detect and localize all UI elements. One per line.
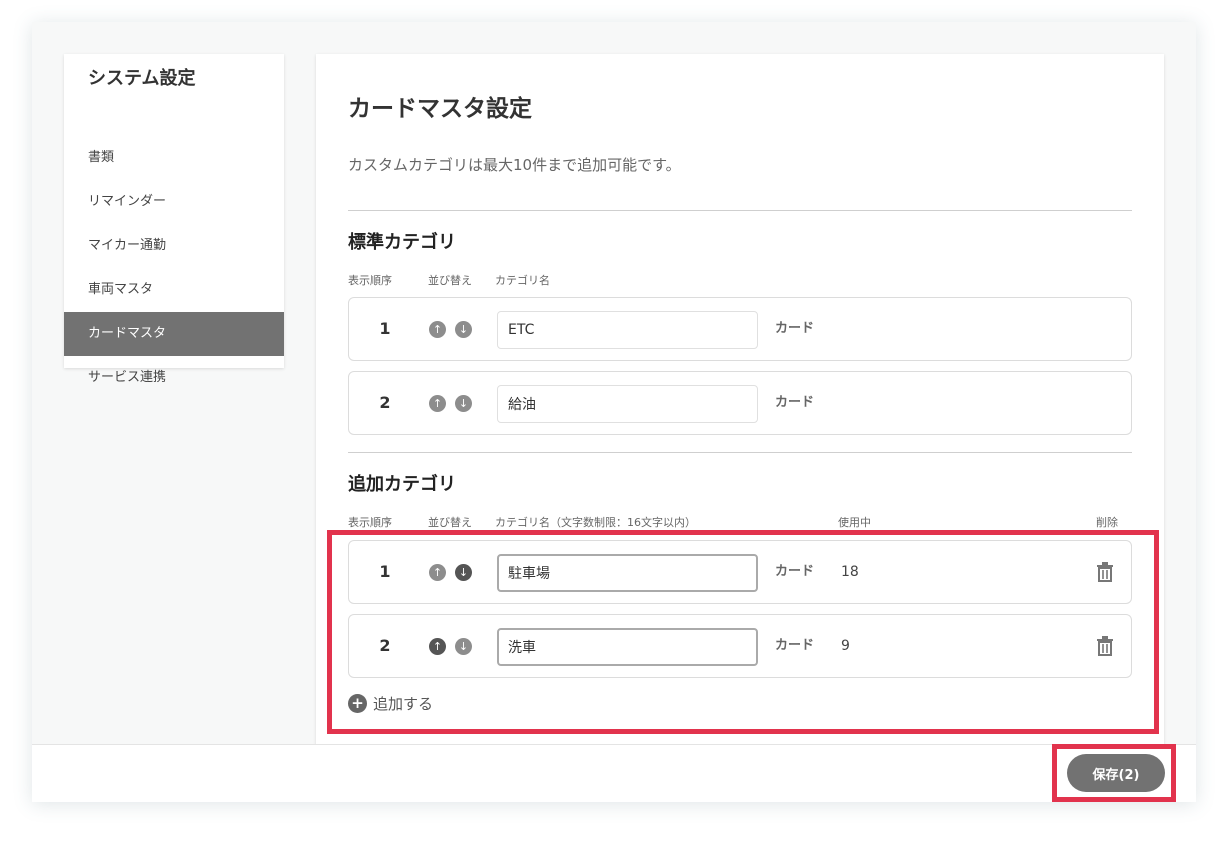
sidebar-item-vehicle-master[interactable]: 車両マスタ: [64, 268, 284, 312]
col-head-order: 表示順序: [348, 274, 392, 287]
card-suffix: カード: [775, 395, 815, 410]
category-name-input[interactable]: [497, 385, 758, 423]
col-head-sort: 並び替え: [428, 274, 472, 287]
standard-row: 1 ↑ ↓ カード: [348, 297, 1132, 361]
arrow-down-icon[interactable]: ↓: [455, 321, 472, 338]
page-title: カードマスタ設定: [348, 96, 532, 122]
row-order: 1: [379, 319, 391, 338]
standard-section-title: 標準カテゴリ: [348, 232, 456, 253]
sidebar: システム設定 書類 リマインダー マイカー通勤 車両マスタ カードマスタ サービ…: [64, 54, 284, 385]
col-head-sort: 並び替え: [428, 516, 472, 529]
custom-section-title: 追加カテゴリ: [348, 474, 456, 495]
sidebar-item-service-integration[interactable]: サービス連携: [64, 356, 284, 400]
col-head-delete: 削除: [1096, 516, 1118, 529]
sidebar-title: システム設定: [88, 68, 196, 89]
arrow-down-icon[interactable]: ↓: [455, 395, 472, 412]
col-head-name: カテゴリ名（文字数制限：16文字以内）: [495, 516, 696, 529]
row-order: 2: [379, 393, 391, 412]
page-description: カスタムカテゴリは最大10件まで追加可能です。: [348, 156, 681, 174]
arrow-up-icon[interactable]: ↑: [429, 321, 446, 338]
divider: [348, 452, 1132, 453]
sidebar-item-commute[interactable]: マイカー通勤: [64, 224, 284, 268]
highlight-box-save: [1052, 744, 1176, 802]
sidebar-item-card-master[interactable]: カードマスタ: [64, 312, 284, 356]
divider: [348, 210, 1132, 211]
arrow-up-icon[interactable]: ↑: [429, 395, 446, 412]
highlight-box-custom-categories: [327, 530, 1159, 734]
col-head-in-use: 使用中: [838, 516, 871, 529]
col-head-order: 表示順序: [348, 516, 392, 529]
sidebar-item-documents[interactable]: 書類: [64, 136, 284, 180]
sidebar-item-reminder[interactable]: リマインダー: [64, 180, 284, 224]
category-name-input[interactable]: [497, 311, 758, 349]
col-head-name: カテゴリ名: [495, 274, 550, 287]
card-suffix: カード: [775, 321, 815, 336]
app-window: システム設定 書類 リマインダー マイカー通勤 車両マスタ カードマスタ サービ…: [32, 22, 1196, 802]
footer-bar: [32, 744, 1196, 802]
standard-row: 2 ↑ ↓ カード: [348, 371, 1132, 435]
